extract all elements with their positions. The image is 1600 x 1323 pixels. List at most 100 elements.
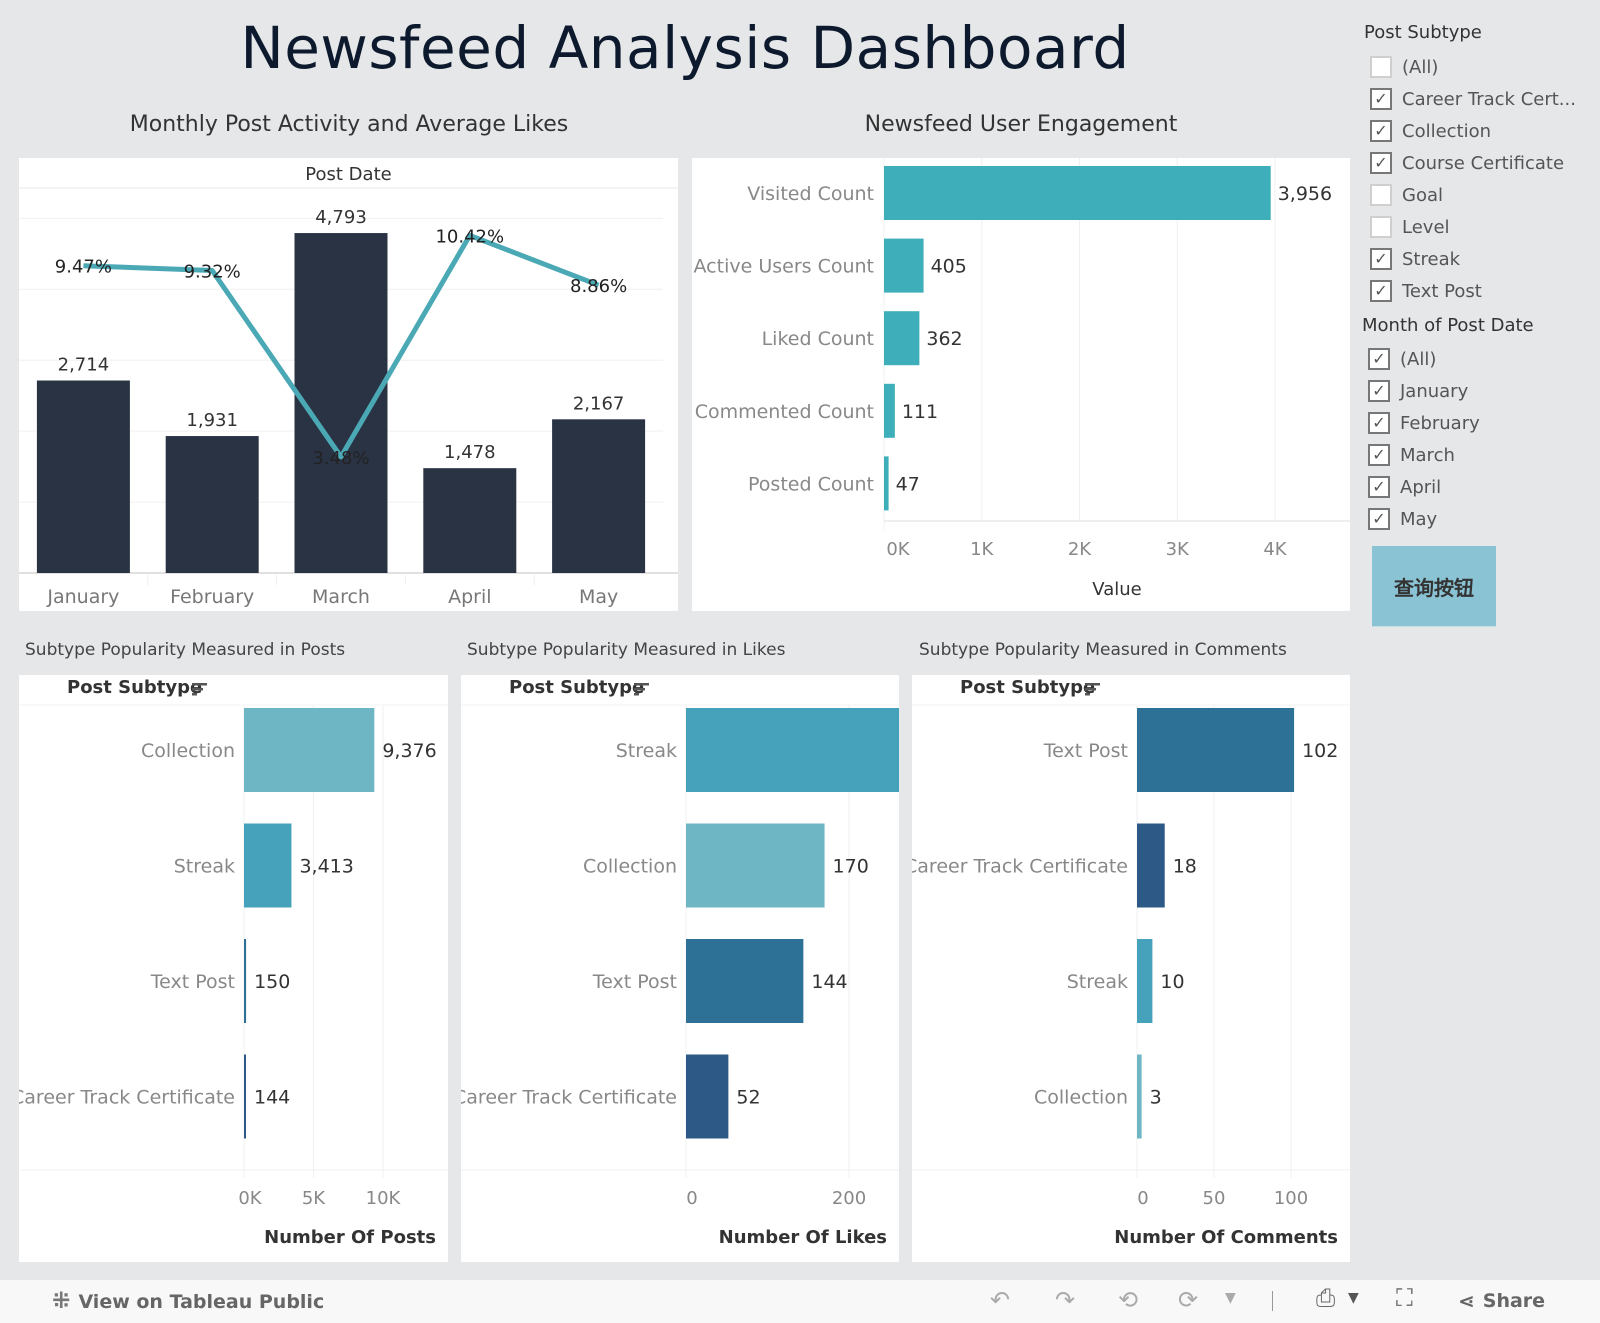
bar-value-label: 47 bbox=[896, 473, 920, 495]
sort-icon-bar bbox=[1085, 688, 1096, 691]
x-tick-label: 4K bbox=[1263, 539, 1287, 560]
checkbox-checked-icon[interactable]: ✓ bbox=[1368, 348, 1390, 370]
post-subtype-filter-item[interactable]: ✓ Course Certificate bbox=[1370, 147, 1576, 179]
checkbox-unchecked-icon[interactable] bbox=[1370, 216, 1392, 238]
post-subtype-filter: (All) ✓ Career Track Cert... ✓ Collection ✓ Co… bbox=[1370, 51, 1576, 307]
x-tick-label: 50 bbox=[1203, 1188, 1226, 1209]
download-dropdown-icon[interactable]: ▼ bbox=[1348, 1290, 1359, 1306]
checkbox-checked-icon[interactable]: ✓ bbox=[1368, 476, 1390, 498]
y-category-label: Active Users Count bbox=[694, 256, 874, 278]
post-subtype-header: Post Subtype bbox=[67, 677, 202, 698]
bar-february bbox=[165, 436, 259, 573]
query-button[interactable]: 查询按钮 bbox=[1372, 546, 1496, 627]
x-tick-label: 0 bbox=[686, 1188, 697, 1209]
likes-chart[interactable]: Post Subtype0200400600Streak584Collectio… bbox=[453, 675, 1206, 1262]
checkbox-checked-icon[interactable]: ✓ bbox=[1368, 444, 1390, 466]
y-category-label: Career Track Certificate bbox=[19, 1087, 235, 1109]
post-date-header: Post Date bbox=[305, 164, 391, 185]
month-filter-item[interactable]: ✓ March bbox=[1368, 439, 1480, 471]
sort-icon bbox=[634, 683, 649, 686]
line-value-label: 9.32% bbox=[184, 262, 241, 283]
month-filter-item[interactable]: ✓ January bbox=[1368, 375, 1480, 407]
engagement-bar bbox=[884, 383, 895, 438]
post-subtype-filter-item[interactable]: Goal bbox=[1370, 179, 1576, 211]
subtype-bar bbox=[1137, 823, 1165, 908]
checkbox-unchecked-icon[interactable] bbox=[1370, 56, 1392, 78]
checkbox-checked-icon[interactable]: ✓ bbox=[1368, 508, 1390, 530]
x-axis-title: Number Of Comments bbox=[1114, 1227, 1338, 1248]
engagement-bar bbox=[884, 166, 1271, 220]
pause-dropdown-icon[interactable]: ▼ bbox=[1225, 1290, 1236, 1306]
refresh-icon[interactable]: ⟳ bbox=[1178, 1286, 1198, 1314]
month-filter-item[interactable]: ✓ (All) bbox=[1368, 343, 1480, 375]
comments-chart-title: Subtype Popularity Measured in Comments bbox=[919, 640, 1287, 660]
sort-icon-bar bbox=[192, 693, 197, 696]
month-filter-title: Month of Post Date bbox=[1362, 315, 1534, 336]
bar-value-label: 2,167 bbox=[573, 393, 625, 414]
share-button[interactable]: ⋖ Share bbox=[1458, 1289, 1545, 1313]
subtype-bar bbox=[244, 823, 292, 908]
posts-chart[interactable]: Post Subtype 0K 5K 10K Collection 9,376 Streak… bbox=[11, 675, 448, 1262]
bar-value-label: 3 bbox=[1150, 1087, 1162, 1109]
post-subtype-filter-item[interactable]: ✓ Career Track Cert... bbox=[1370, 83, 1576, 115]
month-filter-item[interactable]: ✓ April bbox=[1368, 471, 1480, 503]
engagement-chart-title: Newsfeed User Engagement bbox=[864, 112, 1178, 137]
revert-icon[interactable]: ⟲ bbox=[1118, 1286, 1138, 1314]
checkbox-checked-icon[interactable]: ✓ bbox=[1368, 412, 1390, 434]
post-subtype-filter-item[interactable]: ✓ Text Post bbox=[1370, 275, 1576, 307]
post-subtype-filter-item[interactable]: (All) bbox=[1370, 51, 1576, 83]
post-subtype-filter-item[interactable]: ✓ Streak bbox=[1370, 243, 1576, 275]
bar-value-label: 10 bbox=[1160, 971, 1184, 993]
line-value-label: 10.42% bbox=[435, 226, 504, 247]
filter-item-label: March bbox=[1400, 444, 1455, 466]
filter-item-label: Goal bbox=[1402, 184, 1443, 206]
monthly-chart[interactable]: Post Date 2,714 January 1,931 February 4,793 M… bbox=[19, 158, 678, 611]
subtype-bar bbox=[244, 1054, 247, 1139]
filter-item-label: February bbox=[1400, 412, 1480, 434]
post-subtype-filter-title: Post Subtype bbox=[1364, 22, 1482, 43]
bar-value-label: 144 bbox=[254, 1087, 290, 1109]
line-value-label: 8.86% bbox=[570, 276, 627, 297]
checkbox-checked-icon[interactable]: ✓ bbox=[1370, 88, 1392, 110]
sort-icon-bar bbox=[192, 688, 203, 691]
checkbox-checked-icon[interactable]: ✓ bbox=[1370, 248, 1392, 270]
monthly-chart-panel: Post Date 2,714 January 1,931 February 4,793 M… bbox=[19, 158, 678, 611]
post-subtype-filter-item[interactable]: Level bbox=[1370, 211, 1576, 243]
download-icon[interactable]: ⎙ bbox=[1316, 1284, 1335, 1312]
y-category-label: Streak bbox=[616, 740, 677, 762]
share-label: Share bbox=[1482, 1290, 1546, 1312]
bar-value-label: 2,714 bbox=[58, 355, 110, 376]
x-tick-label: 200 bbox=[832, 1188, 866, 1209]
filter-item-label: April bbox=[1400, 476, 1442, 498]
dashboard-title: Newsfeed Analysis Dashboard bbox=[240, 14, 1130, 82]
bar-value-label: 111 bbox=[902, 401, 938, 423]
y-category-label: Streak bbox=[174, 856, 235, 878]
filter-item-label: Streak bbox=[1402, 248, 1461, 270]
checkbox-checked-icon[interactable]: ✓ bbox=[1370, 152, 1392, 174]
subtype-bar bbox=[686, 823, 825, 908]
undo-icon[interactable]: ↶ bbox=[990, 1286, 1010, 1314]
y-category-label: Text Post bbox=[1043, 740, 1128, 762]
redo-icon[interactable]: ↷ bbox=[1055, 1286, 1075, 1314]
view-on-tableau-link[interactable]: ⁜ View on Tableau Public bbox=[52, 1289, 324, 1314]
month-filter-item[interactable]: ✓ May bbox=[1368, 503, 1480, 535]
subtype-bar bbox=[1137, 708, 1295, 792]
checkbox-unchecked-icon[interactable] bbox=[1370, 184, 1392, 206]
post-subtype-filter-item[interactable]: ✓ Collection bbox=[1370, 115, 1576, 147]
y-category-label: Collection bbox=[1034, 1087, 1128, 1109]
posts-chart-title: Subtype Popularity Measured in Posts bbox=[25, 640, 346, 660]
checkbox-checked-icon[interactable]: ✓ bbox=[1370, 120, 1392, 142]
filter-item-label: Text Post bbox=[1402, 280, 1482, 302]
y-category-label: Visited Count bbox=[747, 183, 874, 205]
fullscreen-icon[interactable]: ⛶ bbox=[1396, 1284, 1413, 1312]
comments-chart[interactable]: Post Subtype 0 50 100 Text Post 102 Career Tra… bbox=[904, 675, 1350, 1262]
subtype-bar bbox=[686, 1054, 729, 1139]
y-category-label: Text Post bbox=[592, 971, 677, 993]
month-filter-item[interactable]: ✓ February bbox=[1368, 407, 1480, 439]
x-tick-label: 1K bbox=[970, 539, 994, 560]
checkbox-checked-icon[interactable]: ✓ bbox=[1368, 380, 1390, 402]
engagement-chart[interactable]: 0K 1K 2K 3K 4K Visited Count 3,956 Active Users… bbox=[692, 158, 1350, 611]
bar-value-label: 9,376 bbox=[382, 740, 436, 762]
filter-item-label: (All) bbox=[1402, 56, 1439, 78]
checkbox-checked-icon[interactable]: ✓ bbox=[1370, 280, 1392, 302]
